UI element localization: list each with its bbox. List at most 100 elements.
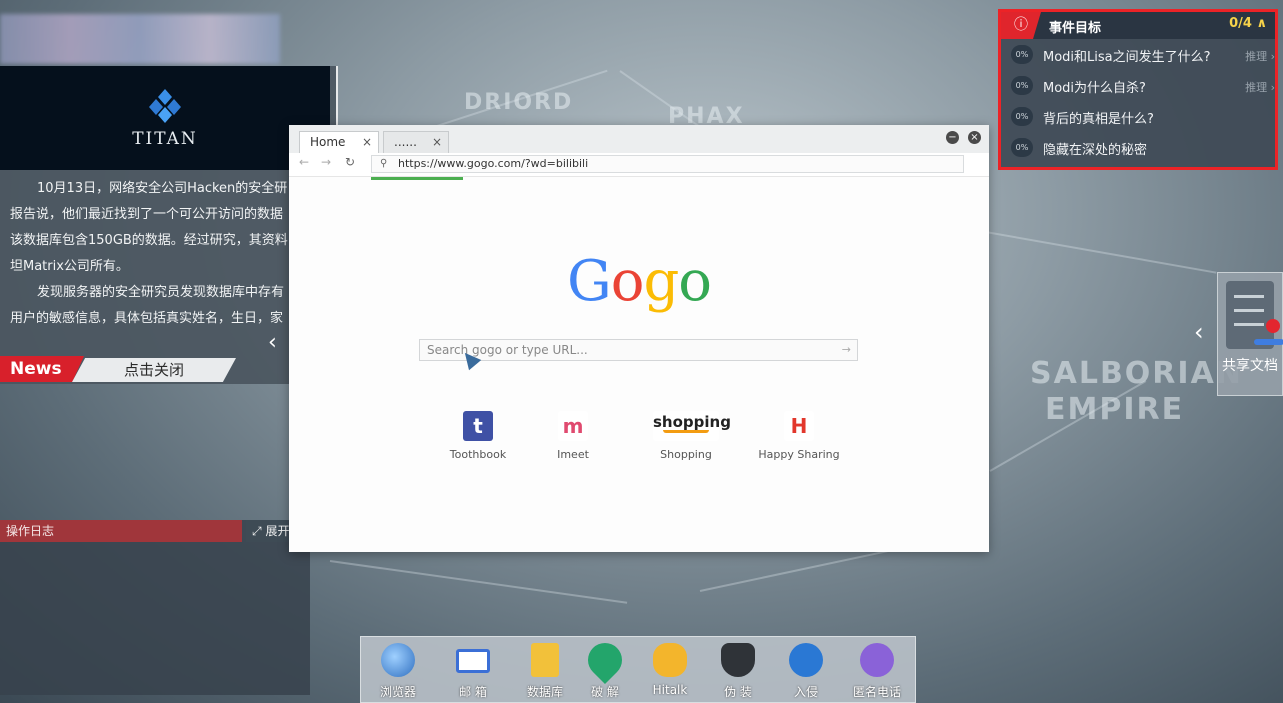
close-icon[interactable]: × bbox=[362, 132, 372, 152]
news-paragraph: 用户的敏感信息，具体包括真实姓名，生日，家 bbox=[10, 311, 284, 326]
news-paragraph: 发现服务器的安全研究员发现数据库中存有 bbox=[37, 285, 285, 300]
news-paragraph: 该数据库包含150GB的数据。经过研究，其资料 bbox=[10, 233, 288, 248]
expand-icon: ⤢ bbox=[252, 524, 262, 538]
minimize-icon[interactable]: − bbox=[946, 131, 959, 144]
intrude-hook-icon bbox=[789, 643, 823, 677]
objective-item[interactable]: 0% 隐藏在深处的秘密 bbox=[1001, 132, 1275, 163]
url-input[interactable]: ⚲ https://www.gogo.com/?wd=bilibili bbox=[371, 155, 964, 173]
objectives-header[interactable]: ⓘ 事件目标 0/4 ∧ bbox=[1001, 12, 1275, 39]
event-objectives-panel: ⓘ 事件目标 0/4 ∧ 0% Modi和Lisa之间发生了什么? 推理 › 0… bbox=[998, 9, 1278, 170]
objective-hint: 推理 › bbox=[1245, 79, 1275, 95]
map-label-empire: EMPIRE bbox=[1045, 392, 1185, 427]
search-placeholder: Search gogo or type URL... bbox=[427, 343, 588, 357]
objective-text: 背后的真相是什么? bbox=[1043, 112, 1154, 127]
tab-label: ...... bbox=[394, 135, 417, 149]
shortcut-imeet[interactable]: m Imeet bbox=[523, 411, 623, 461]
shared-documents-button[interactable]: 共享文档 bbox=[1217, 272, 1283, 396]
dock-label: 入侵 bbox=[793, 685, 818, 699]
forward-icon[interactable]: → bbox=[321, 155, 331, 169]
dock-mail[interactable]: 邮 箱 bbox=[441, 643, 505, 700]
objective-text: Modi和Lisa之间发生了什么? bbox=[1043, 50, 1211, 65]
tab-bar: Home × ...... × − × bbox=[289, 125, 989, 153]
disguise-icon bbox=[721, 643, 755, 677]
hitalk-icon bbox=[653, 643, 687, 677]
chevron-up-icon[interactable]: ∧ bbox=[1256, 16, 1267, 31]
shortcut-label: Happy Sharing bbox=[758, 448, 840, 461]
news-article: 10月13日，网络安全公司Hacken的安全研 报告说，他们最近找到了一个可公开… bbox=[10, 176, 298, 326]
objective-hint-label: 推理 bbox=[1245, 81, 1268, 94]
close-icon[interactable]: × bbox=[432, 132, 442, 152]
shared-documents-label: 共享文档 bbox=[1222, 358, 1278, 374]
dock-anonymous-phone[interactable]: 匿名电话 bbox=[845, 643, 909, 700]
dock-label: Hitalk bbox=[652, 683, 688, 697]
browser-globe-icon bbox=[381, 643, 415, 677]
dock-label: 数据库 bbox=[526, 685, 563, 699]
log-title: 操作日志 bbox=[0, 520, 242, 542]
objective-item[interactable]: 0% Modi和Lisa之间发生了什么? 推理 › bbox=[1001, 39, 1275, 70]
tab-second[interactable]: ...... × bbox=[383, 131, 449, 153]
objective-hint-label: 推理 bbox=[1245, 50, 1268, 63]
arrow-right-icon[interactable]: → bbox=[842, 340, 851, 360]
dock-browser[interactable]: 浏览器 bbox=[366, 643, 430, 700]
shortcut-toothbook[interactable]: t Toothbook bbox=[428, 411, 528, 461]
app-dock: 浏览器 邮 箱 数据库 破 解 Hitalk 伪 装 入侵 匿名电话 bbox=[360, 635, 916, 703]
logo-letter: o bbox=[678, 249, 712, 314]
map-label-driord: DRIORD bbox=[464, 90, 574, 115]
objectives-count[interactable]: 0/4 ∧ bbox=[1229, 16, 1267, 31]
back-icon[interactable]: ← bbox=[299, 155, 309, 169]
logo-letter: o bbox=[610, 249, 645, 314]
objectives-count-value: 0/4 bbox=[1229, 16, 1252, 31]
shortcut-shopping[interactable]: shopping Shopping bbox=[636, 411, 736, 461]
objective-text: Modi为什么自杀? bbox=[1043, 81, 1146, 96]
objective-progress: 0% bbox=[1011, 76, 1033, 95]
page-load-progress bbox=[371, 177, 463, 180]
toothbook-icon: t bbox=[463, 411, 493, 441]
browser-window: Home × ...... × − × ← → ↻ ⚲ https://www.… bbox=[289, 125, 989, 552]
log-expand-label: 展开 bbox=[265, 524, 290, 538]
happy-sharing-icon: H bbox=[784, 411, 814, 441]
dock-label: 破 解 bbox=[591, 685, 619, 699]
reload-icon[interactable]: ↻ bbox=[345, 155, 355, 169]
objective-hint: 推理 › bbox=[1245, 48, 1275, 64]
dock-database[interactable]: 数据库 bbox=[513, 643, 577, 700]
dock-intrude[interactable]: 入侵 bbox=[774, 643, 838, 700]
database-sql-icon bbox=[531, 643, 559, 677]
document-list-icon bbox=[1226, 281, 1283, 349]
dock-hitalk[interactable]: Hitalk bbox=[638, 643, 702, 697]
objectives-title: 事件目标 bbox=[1049, 21, 1102, 36]
objective-item[interactable]: 0% 背后的真相是什么? bbox=[1001, 101, 1275, 132]
crack-key-icon bbox=[580, 635, 630, 685]
imeet-icon: m bbox=[558, 411, 588, 441]
map-label-salborian: SALBORIAN bbox=[1030, 356, 1243, 391]
close-window-icon[interactable]: × bbox=[968, 131, 981, 144]
search-input[interactable]: Search gogo or type URL... → bbox=[419, 339, 858, 361]
objective-progress: 0% bbox=[1011, 107, 1033, 126]
titan-logo-icon bbox=[142, 87, 188, 123]
objective-text: 隐藏在深处的秘密 bbox=[1043, 143, 1148, 158]
gogo-logo: Gogo bbox=[289, 249, 989, 314]
dock-crack[interactable]: 破 解 bbox=[573, 635, 637, 700]
chevron-right-icon: › bbox=[1267, 81, 1275, 94]
objective-progress: 0% bbox=[1011, 45, 1033, 64]
news-paragraph: 报告说，他们最近找到了一个可公开访问的数据 bbox=[10, 207, 284, 222]
objective-item[interactable]: 0% Modi为什么自杀? 推理 › bbox=[1001, 70, 1275, 101]
tab-label: Home bbox=[310, 135, 346, 149]
shortcut-label: Shopping bbox=[660, 448, 712, 461]
shortcut-label: Imeet bbox=[557, 448, 589, 461]
dock-label: 伪 装 bbox=[724, 685, 752, 699]
chevron-left-icon[interactable]: ‹ bbox=[268, 330, 277, 355]
dock-disguise[interactable]: 伪 装 bbox=[706, 643, 770, 700]
titan-banner: TITAN bbox=[0, 66, 330, 170]
chevron-left-icon[interactable]: ‹ bbox=[1194, 318, 1204, 346]
shortcut-happy-sharing[interactable]: H Happy Sharing bbox=[749, 411, 849, 461]
objective-progress: 0% bbox=[1011, 138, 1033, 157]
mail-icon bbox=[456, 649, 490, 673]
phone-icon bbox=[860, 643, 894, 677]
operation-log-panel: 操作日志 ⤢ 展开 bbox=[0, 520, 310, 695]
shortcut-label: Toothbook bbox=[449, 448, 507, 461]
tab-home[interactable]: Home × bbox=[299, 131, 379, 153]
blurred-header bbox=[0, 14, 280, 64]
news-panel: TITAN 10月13日，网络安全公司Hacken的安全研 报告说，他们最近找到… bbox=[0, 66, 338, 384]
news-close-button[interactable]: 点击关闭 bbox=[72, 358, 236, 382]
news-tag: News bbox=[0, 356, 84, 382]
